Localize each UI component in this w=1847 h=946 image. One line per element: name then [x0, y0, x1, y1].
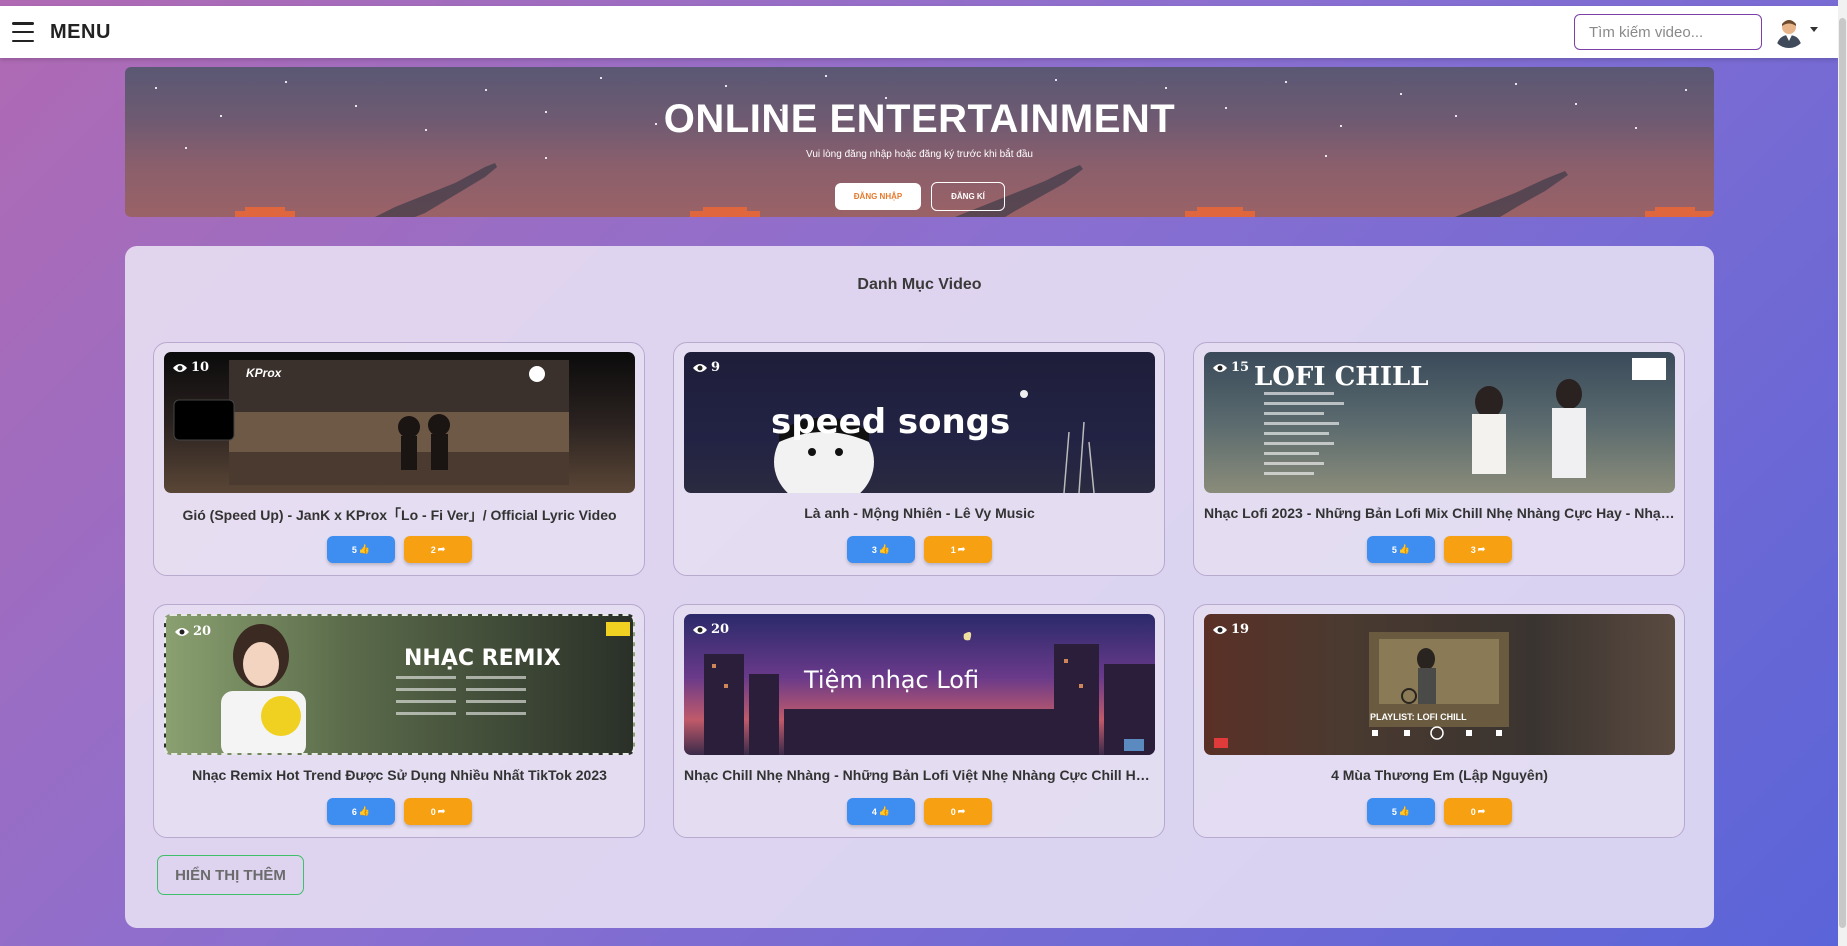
share-button[interactable]: 0 ➦: [1444, 798, 1512, 825]
share-icon: ➦: [1477, 806, 1486, 816]
hero-title: ONLINE ENTERTAINMENT: [663, 97, 1176, 141]
like-button[interactable]: 4 👍: [847, 798, 915, 825]
like-button[interactable]: 5 👍: [1367, 798, 1435, 825]
thumbnail-image: [173, 360, 569, 485]
thumbnail-image: [221, 622, 630, 753]
share-count: 1: [950, 544, 956, 555]
view-count: 20: [175, 624, 211, 639]
menu-button[interactable]: MENU: [12, 21, 111, 44]
thumbs-up-icon: 👍: [1398, 544, 1411, 554]
top-navbar: MENU: [0, 6, 1838, 58]
share-button[interactable]: 0 ➦: [404, 798, 472, 825]
video-thumbnail[interactable]: speed songs 9: [684, 352, 1155, 493]
thumbs-up-icon: 👍: [878, 806, 891, 816]
view-count: 15: [1213, 360, 1249, 375]
thumbs-up-icon: 👍: [358, 544, 371, 554]
like-count: 5: [351, 544, 357, 555]
caret-down-icon[interactable]: [1810, 27, 1818, 32]
view-count-value: 20: [193, 624, 212, 639]
thumbnail-caption: NHẠC REMIX: [404, 646, 561, 671]
view-count: 19: [1213, 622, 1249, 637]
share-button[interactable]: 1 ➦: [924, 536, 992, 563]
share-button[interactable]: 0 ➦: [924, 798, 992, 825]
video-thumbnail[interactable]: Tiệm nhạc Lofi 20: [684, 614, 1155, 755]
share-icon: ➦: [1477, 544, 1486, 554]
video-title[interactable]: Gió (Speed Up) - JanK x KProx「Lo - Fi Ve…: [164, 505, 635, 525]
scrollbar[interactable]: [1838, 0, 1847, 946]
thumbnail-image: [1214, 632, 1509, 748]
like-button[interactable]: 3 👍: [847, 536, 915, 563]
view-count-value: 10: [191, 360, 210, 375]
share-count: 3: [1470, 544, 1476, 555]
share-icon: ➦: [957, 806, 966, 816]
login-button[interactable]: ĐĂNG NHẬP: [835, 183, 921, 210]
video-catalog-panel: Danh Mục Video KProx 10 Gió (Speed Up) -…: [125, 246, 1714, 928]
share-icon: ➦: [437, 544, 446, 554]
menu-label: MENU: [50, 20, 111, 43]
view-count: 20: [693, 622, 729, 637]
hamburger-icon[interactable]: [12, 22, 34, 42]
eye-icon: [173, 363, 187, 372]
view-count-value: 20: [711, 622, 730, 637]
like-count: 4: [871, 806, 877, 817]
like-count: 3: [871, 544, 877, 555]
like-count: 6: [351, 806, 357, 817]
avatar-icon[interactable]: [1772, 14, 1806, 48]
eye-icon: [1213, 363, 1227, 372]
register-button[interactable]: ĐĂNG KÍ: [931, 182, 1005, 211]
video-card: speed songs 9 Là anh - Mộng Nhiên - Lê V…: [673, 342, 1165, 576]
view-count: 9: [693, 360, 720, 375]
share-count: 2: [430, 544, 436, 555]
eye-icon: [175, 627, 189, 636]
video-card: KProx 10 Gió (Speed Up) - JanK x KProx「L…: [153, 342, 645, 576]
share-count: 0: [1470, 806, 1476, 817]
video-thumbnail[interactable]: LOFI CHILL 15: [1204, 352, 1675, 493]
share-icon: ➦: [437, 806, 446, 816]
scrollbar-thumb[interactable]: [1839, 18, 1846, 928]
video-card: LOFI CHILL 15 Nhạc Lofi 2023 - Những Bản…: [1193, 342, 1685, 576]
thumbnail-caption: PLAYLIST: LOFI CHILL: [1370, 712, 1467, 722]
video-title[interactable]: Là anh - Mộng Nhiên - Lê Vy Music: [684, 505, 1155, 521]
eye-icon: [693, 625, 707, 634]
share-button[interactable]: 3 ➦: [1444, 536, 1512, 563]
like-button[interactable]: 5 👍: [1367, 536, 1435, 563]
share-count: 0: [950, 806, 956, 817]
thumbnail-caption: speed songs: [771, 402, 1011, 442]
view-count-value: 15: [1231, 360, 1250, 375]
hero-subtitle: Vui lòng đăng nhập hoặc đăng ký trước kh…: [806, 149, 1033, 160]
hero-banner: ONLINE ENTERTAINMENT Vui lòng đăng nhập …: [125, 67, 1714, 217]
view-count-value: 19: [1231, 622, 1250, 637]
eye-icon: [1213, 625, 1227, 634]
view-count-value: 9: [711, 360, 721, 375]
like-count: 5: [1391, 544, 1397, 555]
share-count: 0: [430, 806, 436, 817]
video-title[interactable]: Nhạc Lofi 2023 - Những Bản Lofi Mix Chil…: [1204, 505, 1675, 521]
video-thumbnail[interactable]: PLAYLIST: LOFI CHILL 19: [1204, 614, 1675, 755]
video-thumbnail[interactable]: KProx 10: [164, 352, 635, 493]
search-input[interactable]: [1574, 14, 1762, 50]
thumbnail-caption: KProx: [246, 366, 282, 380]
share-icon: ➦: [957, 544, 966, 554]
thumbnail-caption: LOFI CHILL: [1254, 362, 1429, 392]
share-button[interactable]: 2 ➦: [404, 536, 472, 563]
thumbs-up-icon: 👍: [358, 806, 371, 816]
video-card: PLAYLIST: LOFI CHILL 19 4 Mùa Thương Em …: [1193, 604, 1685, 838]
thumbs-up-icon: 👍: [1398, 806, 1411, 816]
video-title[interactable]: Nhạc Chill Nhẹ Nhàng - Những Bản Lofi Vi…: [684, 767, 1155, 783]
video-thumbnail[interactable]: NHẠC REMIX 20: [164, 614, 635, 755]
video-card: Tiệm nhạc Lofi 20 Nhạc Chill Nhẹ Nhàng -…: [673, 604, 1165, 838]
like-count: 5: [1391, 806, 1397, 817]
video-title[interactable]: 4 Mùa Thương Em (Lập Nguyên): [1204, 767, 1675, 783]
eye-icon: [693, 363, 707, 372]
view-count: 10: [173, 360, 209, 375]
video-card: NHẠC REMIX 20 Nhạc Remix Hot Trend Được …: [153, 604, 645, 838]
show-more-button[interactable]: HIỂN THỊ THÊM: [157, 855, 304, 895]
like-button[interactable]: 5 👍: [327, 536, 395, 563]
section-title: Danh Mục Video: [857, 276, 982, 293]
video-title[interactable]: Nhạc Remix Hot Trend Được Sử Dụng Nhiều …: [164, 767, 635, 783]
like-button[interactable]: 6 👍: [327, 798, 395, 825]
thumbnail-caption: Tiệm nhạc Lofi: [804, 666, 980, 694]
thumbs-up-icon: 👍: [878, 544, 891, 554]
